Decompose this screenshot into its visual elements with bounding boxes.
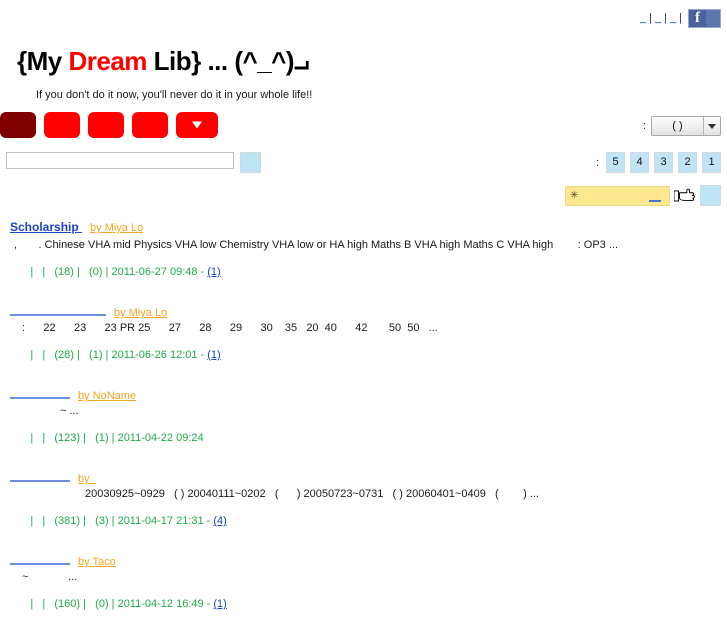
post-description: , . Chinese VHA mid Physics VHA low Chem… [14, 239, 619, 251]
post-author-link[interactable]: by [78, 473, 96, 485]
post-meta-text: | | (123) | (1) | 2011-04-22 09:24 [30, 432, 204, 444]
top-utility-bar: _ | _ | _ | f [637, 8, 721, 28]
pagination-label: : [595, 156, 599, 169]
list-item: by 20030925~0929 ( ) 20040111~0202 ( ) 2… [0, 469, 727, 539]
keyword-search-group: ✳ [565, 185, 721, 206]
list-item: by NoName ~ ... | | (123) | (1) | 2011-0… [0, 386, 727, 456]
page-button-4[interactable]: 4 [630, 152, 649, 173]
site-title-suffix: Lib} ... (^_^)⨼ [146, 46, 310, 76]
category-select-group: : ( ) [643, 116, 721, 136]
post-list: Scholarship by Miya Lo , . Chinese VHA m… [0, 220, 727, 635]
post-reply-link[interactable]: (1) [213, 598, 226, 610]
nav-button-3[interactable] [88, 112, 124, 138]
search-submit-button[interactable] [240, 152, 261, 173]
site-tagline: If you don't do it now, you'll never do … [36, 89, 313, 101]
post-reply-link[interactable]: (4) [213, 515, 226, 527]
keyword-search-input[interactable]: ✳ [565, 185, 670, 206]
post-description: : 22 23 23 PR 25 27 28 29 30 35 20 40 42… [22, 322, 438, 334]
search-input[interactable] [6, 152, 234, 169]
post-title-row: by [0, 469, 727, 485]
post-description: ~ ... [22, 571, 78, 583]
post-meta-text: | | (18) | (0) | 2011-06-27 09:48 - [30, 266, 208, 278]
post-meta: | | (381) | (3) | 2011-04-17 21:31 - (4) [0, 503, 727, 539]
page-button-3[interactable]: 3 [654, 152, 673, 173]
post-description: 20030925~0929 ( ) 20040111~0202 ( ) 2005… [85, 488, 539, 500]
post-title-link[interactable] [10, 469, 70, 482]
site-title-prefix: {My [17, 46, 69, 76]
post-meta-text: | | (381) | (3) | 2011-04-17 21:31 - [30, 515, 214, 527]
post-author-link[interactable]: by Miya Lo [114, 307, 167, 319]
post-title-link[interactable] [10, 386, 70, 399]
nav-button-4[interactable] [132, 112, 168, 138]
post-author-link[interactable]: by Miya Lo [90, 222, 143, 234]
post-meta-text: | | (28) | (1) | 2011-06-26 12:01 - [30, 349, 208, 361]
post-title-link[interactable] [10, 552, 70, 565]
post-title-row: by Taco [0, 552, 727, 568]
list-item: by Miya Lo : 22 23 23 PR 25 27 28 29 30 … [0, 303, 727, 373]
topbar-link-1[interactable]: _ [637, 8, 649, 28]
post-title-link[interactable] [10, 303, 106, 316]
facebook-f-glyph: f [689, 9, 706, 27]
post-meta-text: | | (160) | (0) | 2011-04-12 16:49 - [30, 598, 214, 610]
post-author-link[interactable]: by NoName [78, 390, 136, 402]
page-button-1[interactable]: 1 [702, 152, 721, 173]
nav-button-more[interactable] [176, 112, 218, 138]
star-icon: ✳ [570, 189, 579, 201]
pagination: : 5 4 3 2 1 [596, 152, 721, 173]
keyword-search-link[interactable] [649, 199, 661, 202]
category-select-label: : [642, 120, 646, 132]
primary-nav [0, 112, 218, 138]
keyword-search-button[interactable] [700, 185, 721, 206]
pointing-hand-icon [674, 188, 695, 202]
site-title-accent: Dream [68, 46, 147, 76]
topbar-separator-3: | [679, 12, 682, 24]
post-meta: | | (18) | (0) | 2011-06-27 09:48 - (1) [0, 254, 727, 290]
nav-button-2[interactable] [44, 112, 80, 138]
category-select[interactable]: ( ) [651, 116, 721, 136]
nav-button-1[interactable] [0, 112, 36, 138]
topbar-link-3[interactable]: _ [667, 8, 679, 28]
post-meta: | | (160) | (0) | 2011-04-12 16:49 - (1) [0, 586, 727, 622]
page-button-2[interactable]: 2 [678, 152, 697, 173]
list-item: Scholarship by Miya Lo , . Chinese VHA m… [0, 220, 727, 290]
page-button-5[interactable]: 5 [606, 152, 625, 173]
post-reply-link[interactable]: (1) [207, 349, 220, 361]
post-title-row: by Miya Lo [0, 303, 727, 319]
post-description: ~ ... [60, 405, 79, 417]
site-title: {My Dream Lib} ... (^_^)⨼ [17, 46, 309, 78]
facebook-icon[interactable]: f [688, 8, 721, 28]
post-meta: | | (28) | (1) | 2011-06-26 12:01 - (1) [0, 337, 727, 373]
post-author-link[interactable]: by Taco [78, 556, 116, 568]
post-reply-link[interactable]: (1) [207, 266, 220, 278]
category-select-value: ( ) [672, 120, 683, 132]
post-title-row: Scholarship by Miya Lo [0, 220, 727, 236]
post-meta: | | (123) | (1) | 2011-04-22 09:24 [0, 420, 727, 456]
post-title-link[interactable]: Scholarship [10, 220, 82, 234]
search-bar [6, 152, 261, 173]
list-item: by Taco ~ ... | | (160) | (0) | 2011-04-… [0, 552, 727, 622]
post-title-row: by NoName [0, 386, 727, 402]
chevron-down-icon[interactable] [703, 117, 720, 135]
topbar-link-2[interactable]: _ [652, 8, 664, 28]
chevron-down-icon [192, 121, 202, 129]
